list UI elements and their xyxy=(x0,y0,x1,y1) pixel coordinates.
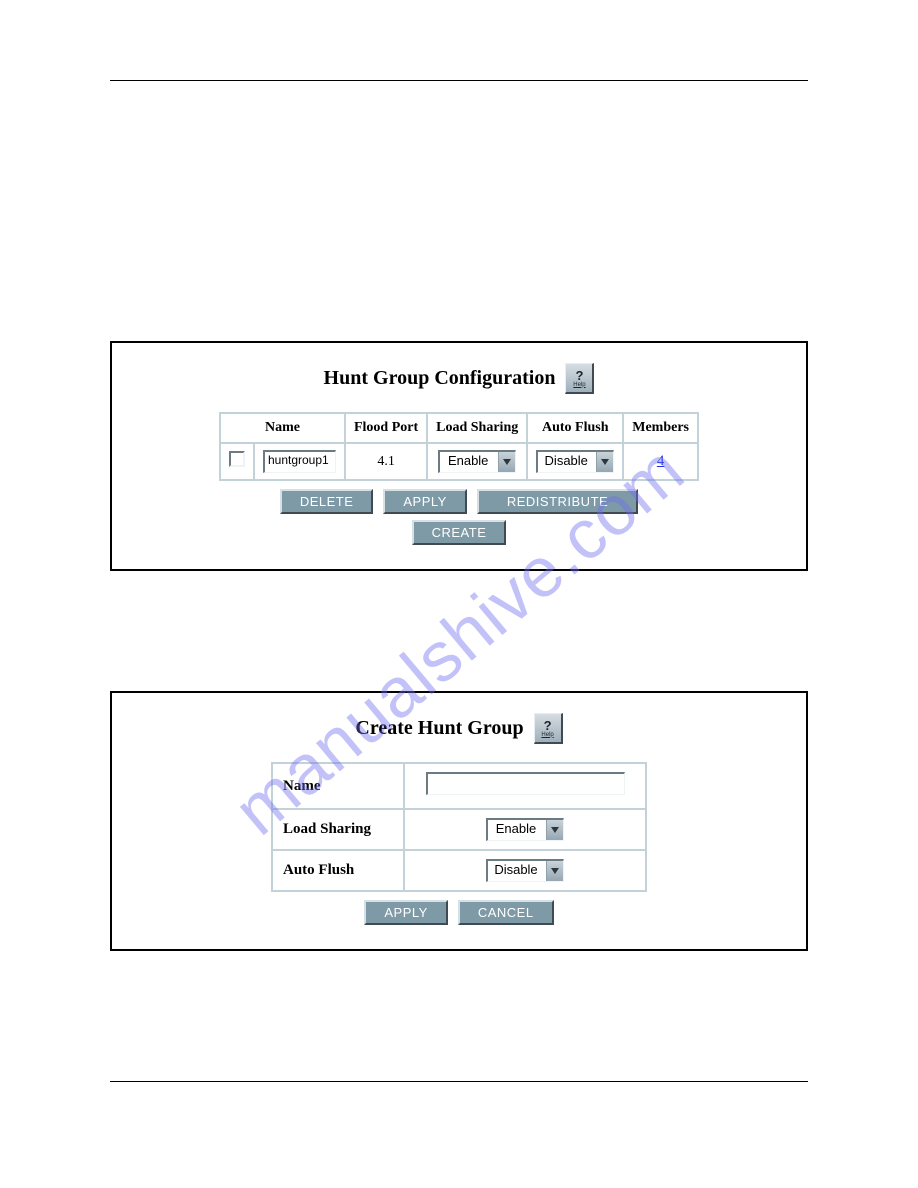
chevron-down-icon xyxy=(546,820,563,840)
create-load-sharing-select[interactable]: Enable xyxy=(486,818,564,841)
page-bottom-rule xyxy=(110,1081,808,1082)
auto-flush-select[interactable]: Disable xyxy=(536,450,614,473)
form-row-auto-flush: Auto Flush Disable xyxy=(273,851,645,890)
auto-flush-label: Auto Flush xyxy=(273,851,403,890)
hunt-group-config-panel: Hunt Group Configuration ? Help Name Flo… xyxy=(110,341,808,571)
flood-port-value: 4.1 xyxy=(346,444,426,479)
col-load-sharing: Load Sharing xyxy=(428,414,526,442)
create-auto-flush-value: Disable xyxy=(488,861,546,881)
page-top-rule xyxy=(110,80,808,81)
create-form-table: Name Load Sharing Enable Auto Flush xyxy=(271,762,647,892)
cancel-button[interactable]: CANCEL xyxy=(458,900,554,925)
help-question-icon: ? xyxy=(575,369,583,382)
config-table: Name Flood Port Load Sharing Auto Flush … xyxy=(219,412,699,481)
create-apply-button[interactable]: APPLY xyxy=(364,900,447,925)
help-label: Help xyxy=(541,732,553,738)
load-sharing-value: Enable xyxy=(440,452,498,472)
table-row: huntgroup1 4.1 Enable Disable xyxy=(221,444,697,479)
create-load-sharing-value: Enable xyxy=(488,820,546,840)
members-link[interactable]: 4 xyxy=(657,453,665,469)
help-question-icon: ? xyxy=(544,719,552,732)
auto-flush-value: Disable xyxy=(538,452,596,472)
row-checkbox[interactable] xyxy=(229,451,245,467)
chevron-down-icon xyxy=(546,861,563,881)
create-button[interactable]: CREATE xyxy=(412,520,507,545)
col-flood-port: Flood Port xyxy=(346,414,426,442)
create-title: Create Hunt Group xyxy=(355,717,523,740)
create-hunt-group-panel: Create Hunt Group ? Help Name Load Shari… xyxy=(110,691,808,951)
col-name: Name xyxy=(221,414,344,442)
help-icon[interactable]: ? Help xyxy=(565,363,594,394)
config-button-row-2: CREATE xyxy=(124,520,794,545)
help-icon[interactable]: ? Help xyxy=(534,713,563,744)
create-auto-flush-select[interactable]: Disable xyxy=(486,859,564,882)
config-title: Hunt Group Configuration xyxy=(324,367,556,390)
config-title-row: Hunt Group Configuration ? Help xyxy=(124,363,794,394)
name-label: Name xyxy=(273,764,403,808)
name-input[interactable]: huntgroup1 xyxy=(263,450,336,473)
config-button-row-1: DELETE APPLY REDISTRIBUTE xyxy=(124,489,794,514)
chevron-down-icon xyxy=(498,452,515,472)
load-sharing-select[interactable]: Enable xyxy=(438,450,516,473)
col-members: Members xyxy=(624,414,697,442)
help-label: Help xyxy=(573,382,585,388)
create-button-row: APPLY CANCEL xyxy=(124,900,794,925)
load-sharing-label: Load Sharing xyxy=(273,810,403,849)
delete-button[interactable]: DELETE xyxy=(280,489,374,514)
create-name-input[interactable] xyxy=(426,772,625,795)
col-auto-flush: Auto Flush xyxy=(528,414,622,442)
form-row-load-sharing: Load Sharing Enable xyxy=(273,810,645,849)
apply-button[interactable]: APPLY xyxy=(383,489,466,514)
form-row-name: Name xyxy=(273,764,645,808)
chevron-down-icon xyxy=(596,452,613,472)
redistribute-button[interactable]: REDISTRIBUTE xyxy=(477,489,638,514)
create-title-row: Create Hunt Group ? Help xyxy=(124,713,794,744)
